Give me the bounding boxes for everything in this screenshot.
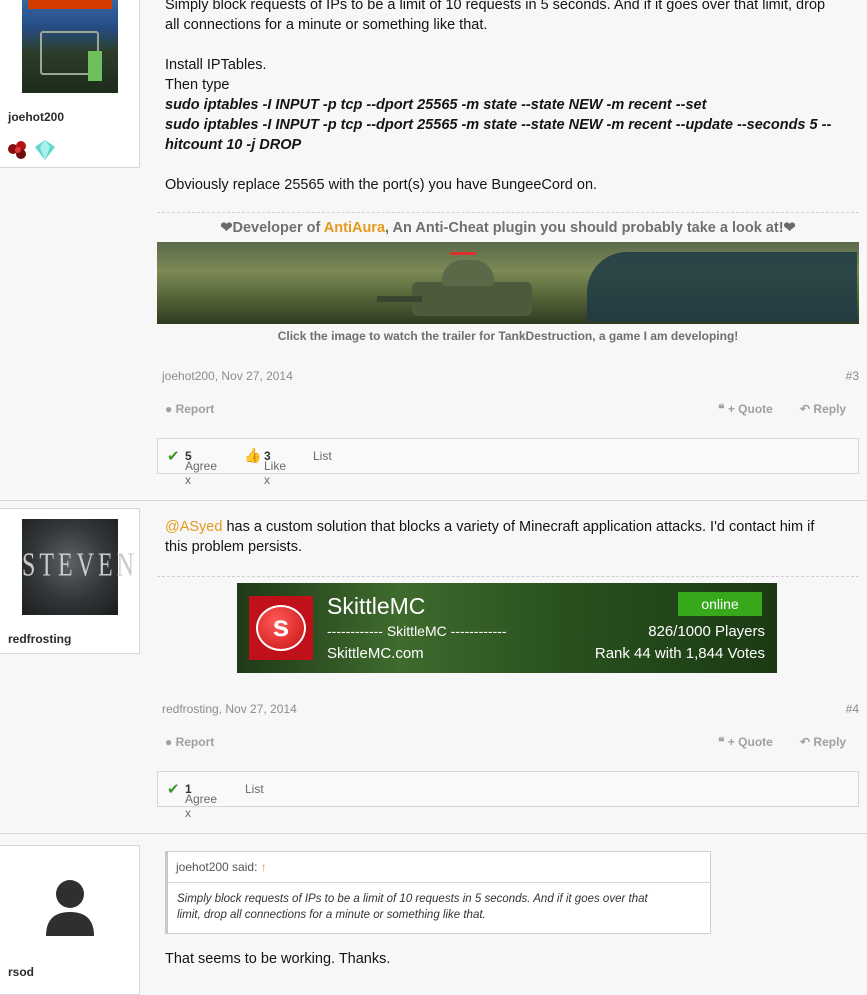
command-text: hitcount 10 -j DROP [165, 137, 302, 153]
username[interactable]: joehot200 [8, 110, 64, 124]
command-text: sudo iptables -I INPUT -p tcp --dport 25… [165, 117, 832, 133]
avatar[interactable]: STEVEN [22, 519, 138, 615]
post-content: joehot200 said: ↑ Simply block requests … [157, 834, 859, 986]
signature-text: , An Anti-Cheat plugin you should probab… [385, 220, 784, 236]
redstone-icon [6, 139, 30, 161]
report-icon: ● [165, 735, 173, 749]
default-user-icon [46, 880, 94, 936]
user-info: STEVEN redfrosting [0, 508, 140, 654]
trailer-image[interactable] [157, 242, 859, 324]
username[interactable]: redfrosting [8, 632, 71, 646]
message-body: @ASyed has a custom solution that blocks… [165, 517, 855, 557]
like-label: Like x [264, 459, 287, 487]
server-banner[interactable]: s SkittleMC online ------------ SkittleM… [237, 583, 777, 673]
agree-check-icon: ✔ [167, 448, 180, 465]
reply-icon: ↶ [800, 402, 811, 416]
message-text: That seems to be working. Thanks. [165, 951, 391, 967]
avatar-text: STEVEN [22, 547, 138, 584]
report-icon: ● [165, 402, 173, 416]
server-status-badge: online [678, 592, 762, 616]
server-logo: s [249, 596, 313, 660]
message-body: Simply block requests of IPs to be a lim… [165, 0, 855, 195]
signature-caption: Click the image to watch the trailer for… [277, 329, 739, 343]
agree-rating[interactable]: Agree x 5 [185, 449, 217, 487]
antiaura-link[interactable]: AntiAura [324, 220, 385, 236]
message-text: Install IPTables. [165, 57, 267, 73]
agree-label: Agree x [185, 459, 218, 487]
post-meta[interactable]: joehot200, Nov 27, 2014 [162, 369, 293, 383]
signature-divider [157, 576, 859, 577]
reply-label: Reply [813, 402, 847, 416]
message-text: Obviously replace 25565 with the port(s)… [165, 177, 598, 193]
message-text: Simply block requests of IPs to be a lim… [165, 0, 826, 13]
like-rating[interactable]: Like x 3 [264, 449, 286, 487]
server-players: 826/1000 Players [648, 623, 765, 640]
server-domain: SkittleMC.com [327, 645, 424, 662]
report-button[interactable]: ● Report [165, 735, 214, 749]
user-info: rsod [0, 845, 140, 995]
reply-label: Reply [813, 735, 847, 749]
reply-button[interactable]: ↶ Reply [800, 402, 846, 416]
server-name: SkittleMC [327, 593, 426, 619]
quote-button[interactable]: ❝ + Quote [718, 735, 773, 749]
quote-text: Simply block requests of IPs to be a lim… [177, 891, 702, 923]
signature: ❤Developer of AntiAura, An Anti-Cheat pl… [157, 220, 859, 236]
ratings-bar: ✔ Agree x 1 List [157, 771, 859, 820]
avatar[interactable] [22, 856, 118, 952]
message-text: all connections for a minute or somethin… [165, 17, 488, 33]
jump-arrow-icon[interactable]: ↑ [261, 860, 267, 874]
like-thumb-icon: 👍 [244, 447, 262, 463]
signature-divider [157, 212, 859, 213]
avatar[interactable] [22, 0, 118, 93]
quote-text-line: limit, drop all connections for a minute… [177, 909, 486, 921]
quote-label: + Quote [727, 735, 773, 749]
post-redfrosting: STEVEN redfrosting @ASyed has a custom s… [0, 501, 867, 833]
report-button[interactable]: ● Report [165, 402, 214, 416]
quote-icon: ❝ [718, 735, 725, 749]
post-joehot200: joehot200 Simply block requests of IPs t… [0, 0, 867, 490]
heart-icon: ❤ [220, 220, 233, 236]
heart-icon: ❤ [783, 220, 796, 236]
post-content: Simply block requests of IPs to be a lim… [157, 0, 859, 490]
quote-icon: ❝ [718, 402, 725, 416]
post-meta[interactable]: redfrosting, Nov 27, 2014 [162, 702, 297, 716]
user-info: joehot200 [0, 0, 140, 168]
message-text: has a custom solution that blocks a vari… [222, 519, 815, 535]
server-motd: ------------ SkittleMC ------------ [327, 623, 507, 639]
quote-button[interactable]: ❝ + Quote [718, 402, 773, 416]
ratings-bar: ✔ Agree x 5 👍 Like x 3 List [157, 438, 859, 487]
quote-text-line: Simply block requests of IPs to be a lim… [177, 893, 648, 905]
quote-block: joehot200 said: ↑ Simply block requests … [165, 851, 711, 934]
post-number[interactable]: #3 [846, 369, 859, 383]
agree-label: Agree x [185, 792, 218, 820]
post-content: @ASyed has a custom solution that blocks… [157, 501, 859, 833]
command-text: sudo iptables -I INPUT -p tcp --dport 25… [165, 97, 707, 113]
post-rsod: rsod joehot200 said: ↑ Simply block requ… [0, 834, 867, 995]
quote-header: joehot200 said: ↑ [168, 852, 711, 883]
message-text: Then type [165, 77, 230, 93]
agree-check-icon: ✔ [167, 781, 180, 798]
ratings-list-link[interactable]: List [245, 782, 264, 796]
server-rank: Rank 44 with 1,844 Votes [594, 645, 765, 662]
diamond-icon [33, 139, 57, 161]
agree-rating[interactable]: Agree x 1 [185, 782, 217, 820]
post-number[interactable]: #4 [846, 702, 859, 716]
reply-button[interactable]: ↶ Reply [800, 735, 846, 749]
signature-text: Developer of [232, 220, 324, 236]
quote-author: joehot200 said: [176, 860, 258, 874]
quote-label: + Quote [727, 402, 773, 416]
username[interactable]: rsod [8, 965, 34, 979]
reply-icon: ↶ [800, 735, 811, 749]
report-label: Report [175, 402, 215, 416]
report-label: Report [175, 735, 215, 749]
mention-link[interactable]: @ASyed [165, 519, 222, 535]
ratings-list-link[interactable]: List [313, 449, 332, 463]
message-text: this problem persists. [165, 539, 302, 555]
